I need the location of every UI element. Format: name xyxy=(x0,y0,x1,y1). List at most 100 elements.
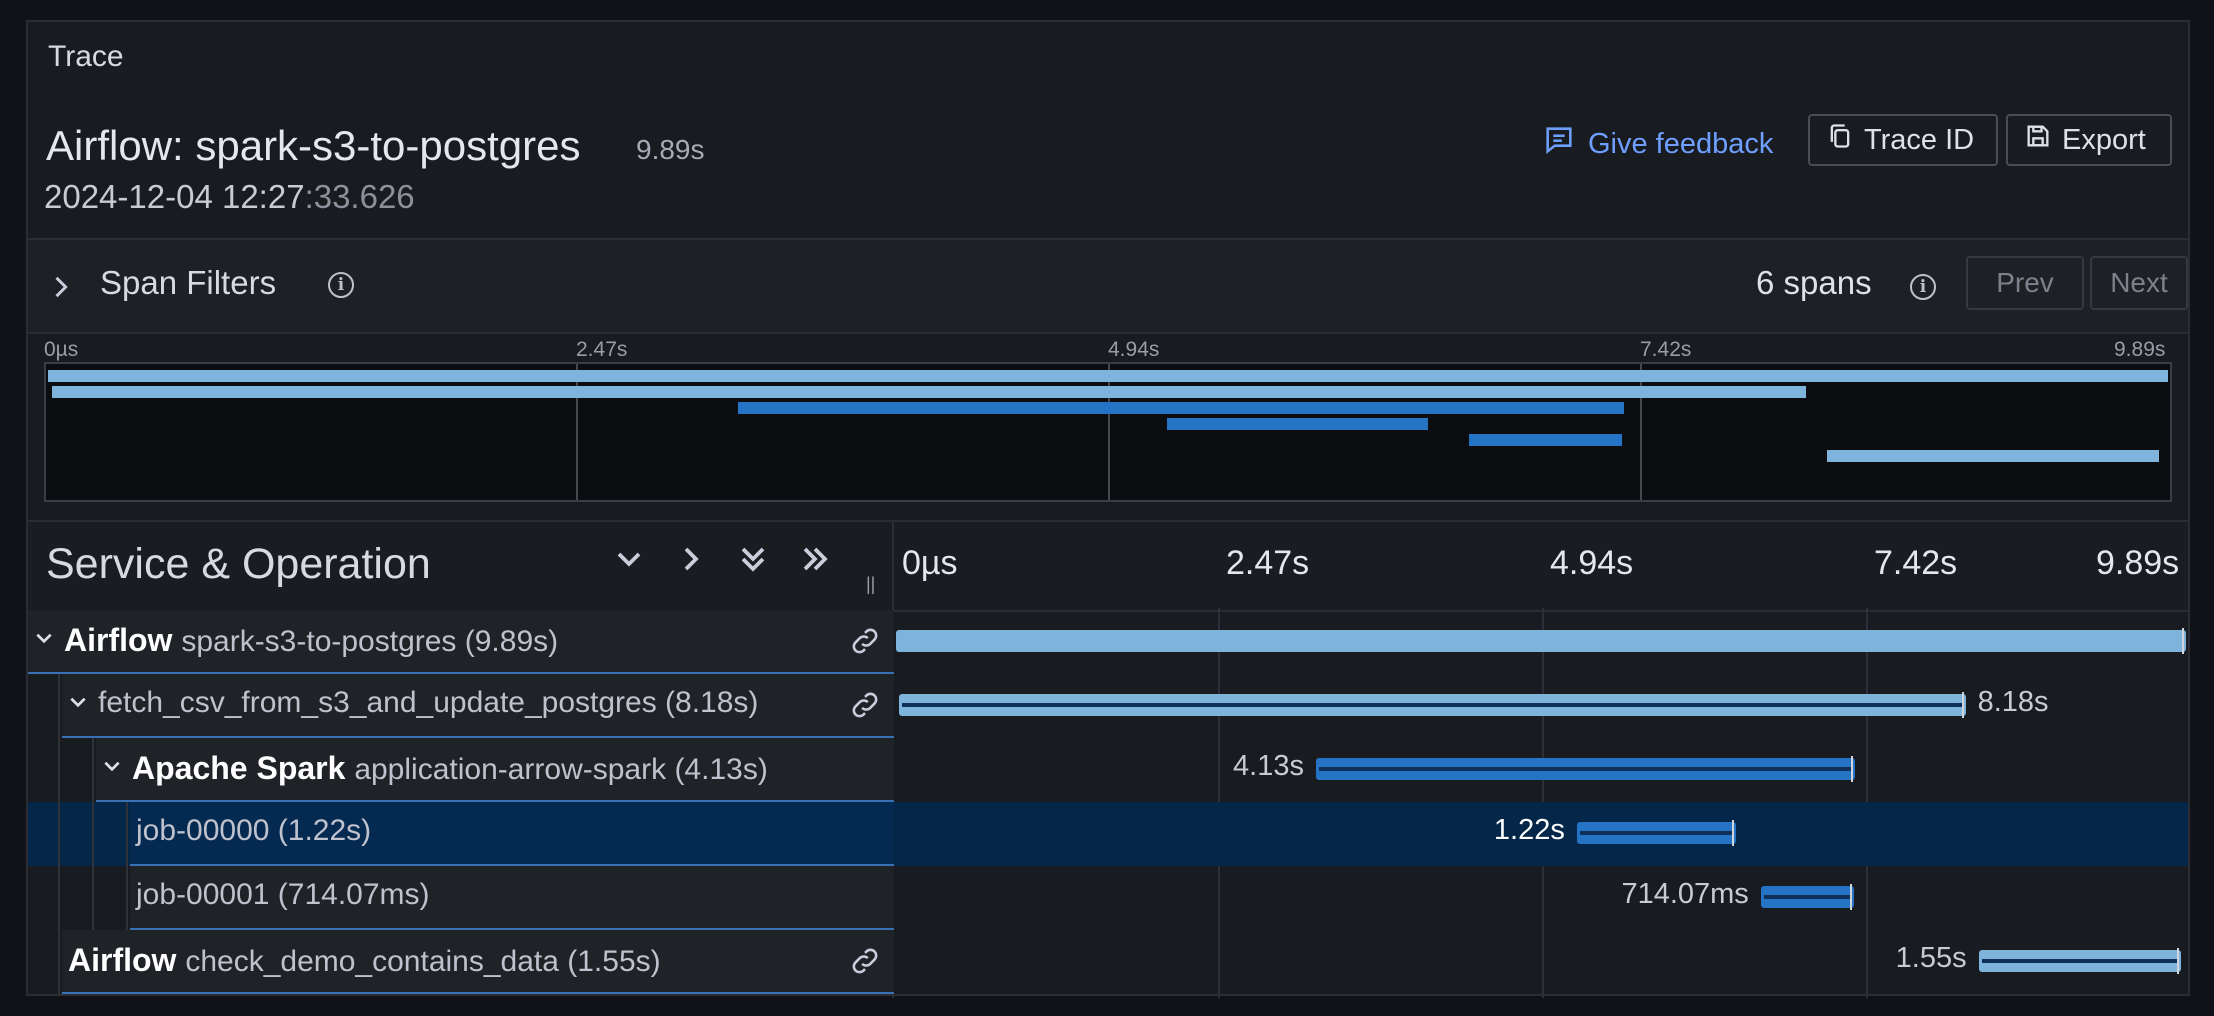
timeline-tick: 9.89s xyxy=(2096,544,2180,582)
span-duration-label: 4.13s xyxy=(1233,750,1304,782)
span-name-cell[interactable]: Airflow spark-s3-to-postgres (9.89s) xyxy=(28,610,894,674)
span-bar[interactable] xyxy=(898,692,1966,718)
tree-guide xyxy=(92,802,94,866)
span-row[interactable]: Airflow spark-s3-to-postgres (9.89s) xyxy=(28,610,2188,674)
minimap-span-bar xyxy=(1166,418,1429,430)
span-name: fetch_csv_from_s3_and_update_postgres (8… xyxy=(98,686,758,720)
span-row[interactable]: job-00001 (714.07ms) 714.07ms xyxy=(28,866,2188,930)
minimap-span-bar xyxy=(1827,450,2160,462)
timeline-header: Service & Operation || 0µs 2.47s 4.94s 7… xyxy=(28,520,2188,612)
link-icon[interactable] xyxy=(848,944,882,983)
tree-guide xyxy=(58,738,60,802)
tree-guide xyxy=(126,802,128,866)
span-bar-self-time xyxy=(1579,831,1733,835)
tree-guide xyxy=(58,930,60,994)
collapse-one-icon[interactable] xyxy=(614,544,644,582)
span-bar-self-time xyxy=(1319,767,1852,771)
span-operation-name: job-00001 (714.07ms) xyxy=(136,878,430,911)
link-icon[interactable] xyxy=(848,624,882,663)
trace-date-main: 2024-12-04 12:27 xyxy=(44,178,305,215)
span-row[interactable]: fetch_csv_from_s3_and_update_postgres (8… xyxy=(28,674,2188,738)
tree-guide xyxy=(58,802,60,866)
span-duration-label: 1.22s xyxy=(1493,814,1565,846)
span-duration-label: 8.18s xyxy=(1977,686,2049,718)
chevron-down-icon[interactable] xyxy=(68,692,88,718)
span-filters-toggle[interactable]: Span Filters xyxy=(100,264,276,302)
save-icon xyxy=(2024,122,2052,158)
trace-minimap[interactable]: 0µs 2.47s 4.94s 7.42s 9.89s xyxy=(28,334,2188,530)
span-row[interactable]: Airflow check_demo_contains_data (1.55s)… xyxy=(28,930,2188,994)
minimap-span-bar xyxy=(1469,434,1623,446)
timeline-tick: 4.94s xyxy=(1550,544,1634,582)
trace-panel: Trace Airflow: spark-s3-to-postgres 9.89… xyxy=(26,20,2190,998)
minimap-span-bar xyxy=(738,402,1624,414)
span-name-cell[interactable]: Airflow check_demo_contains_data (1.55s) xyxy=(28,930,894,994)
collapse-all-icon[interactable] xyxy=(738,544,768,582)
span-service-name: Airflow xyxy=(64,622,173,658)
next-button[interactable]: Next xyxy=(2090,256,2188,310)
span-operation-name: spark-s3-to-postgres (9.89s) xyxy=(181,625,559,658)
timeline-tick: 0µs xyxy=(902,544,958,582)
trace-start-time: 2024-12-04 12:27:33.626 xyxy=(44,178,415,216)
span-bar[interactable] xyxy=(1760,884,1854,910)
span-operation-name: fetch_csv_from_s3_and_update_postgres (8… xyxy=(98,686,759,719)
info-icon[interactable]: i xyxy=(328,272,354,298)
span-row[interactable]: Apache Spark application-arrow-spark (4.… xyxy=(28,738,2188,802)
span-name: Airflow check_demo_contains_data (1.55s) xyxy=(68,942,661,979)
give-feedback-label: Give feedback xyxy=(1588,127,1774,160)
expand-one-icon[interactable] xyxy=(676,544,706,582)
chevron-down-icon[interactable] xyxy=(34,628,54,654)
export-label: Export xyxy=(2062,123,2146,156)
minimap-gridline xyxy=(1108,364,1110,500)
span-bar-log-tick xyxy=(1850,756,1853,782)
span-name: job-00001 (714.07ms) xyxy=(136,878,430,912)
minimap-gridline xyxy=(1640,364,1642,500)
span-row[interactable]: job-00000 (1.22s) 1.22s xyxy=(28,802,2188,866)
span-duration-label: 714.07ms xyxy=(1621,878,1749,910)
minimap-tick: 4.94s xyxy=(1108,338,1160,361)
expand-all-icon[interactable] xyxy=(800,544,830,582)
span-bar-log-tick xyxy=(1731,820,1734,846)
minimap-gridline xyxy=(576,364,578,500)
trace-id-label: Trace ID xyxy=(1864,123,1975,156)
span-bar-log-tick xyxy=(2176,948,2179,974)
span-name: Apache Spark application-arrow-spark (4.… xyxy=(132,750,768,787)
span-name-cell[interactable]: Apache Spark application-arrow-spark (4.… xyxy=(28,738,894,802)
span-bar[interactable] xyxy=(1316,756,1855,782)
spans-count: 6 spans xyxy=(1756,264,1872,301)
span-service-name: Apache Spark xyxy=(132,750,346,786)
prev-button[interactable]: Prev xyxy=(1966,256,2084,310)
span-name-cell[interactable]: job-00001 (714.07ms) xyxy=(28,866,894,930)
panel-title: Trace xyxy=(48,40,124,73)
timeline-tick: 7.42s xyxy=(1874,544,1958,582)
span-name-cell[interactable]: job-00000 (1.22s) xyxy=(28,802,894,866)
minimap-tick: 9.89s xyxy=(2114,338,2166,361)
copy-icon xyxy=(1826,122,1854,158)
span-bar-self-time xyxy=(901,703,1963,707)
span-bar-self-time xyxy=(1763,895,1851,899)
service-operation-title: Service & Operation xyxy=(46,540,431,588)
give-feedback-link[interactable]: Give feedback xyxy=(1542,124,1773,164)
export-button[interactable]: Export xyxy=(2006,114,2172,166)
comment-icon xyxy=(1542,123,1576,165)
span-bar-log-tick xyxy=(1849,884,1852,910)
span-name: job-00000 (1.22s) xyxy=(136,814,371,848)
span-name-cell[interactable]: fetch_csv_from_s3_and_update_postgres (8… xyxy=(28,674,894,738)
span-operation-name: application-arrow-spark (4.13s) xyxy=(354,753,768,786)
span-duration-label: 1.55s xyxy=(1895,942,1967,974)
tree-guide xyxy=(92,738,94,802)
link-icon[interactable] xyxy=(848,688,882,727)
chevron-right-icon[interactable] xyxy=(52,274,72,305)
trace-id-button[interactable]: Trace ID xyxy=(1808,114,1998,166)
minimap-tick: 7.42s xyxy=(1640,338,1692,361)
span-bar[interactable] xyxy=(896,628,2186,654)
minimap-canvas[interactable] xyxy=(44,362,2172,502)
column-resize-handle[interactable]: || xyxy=(866,574,875,595)
span-operation-name: check_demo_contains_data (1.55s) xyxy=(185,945,661,978)
info-icon[interactable]: i xyxy=(1910,274,1936,300)
span-bar-log-tick xyxy=(1961,692,1964,718)
span-bar[interactable] xyxy=(1978,948,2181,974)
span-bar[interactable] xyxy=(1576,820,1736,846)
trace-date-seconds: :33.626 xyxy=(304,178,415,215)
chevron-down-icon[interactable] xyxy=(102,756,122,782)
